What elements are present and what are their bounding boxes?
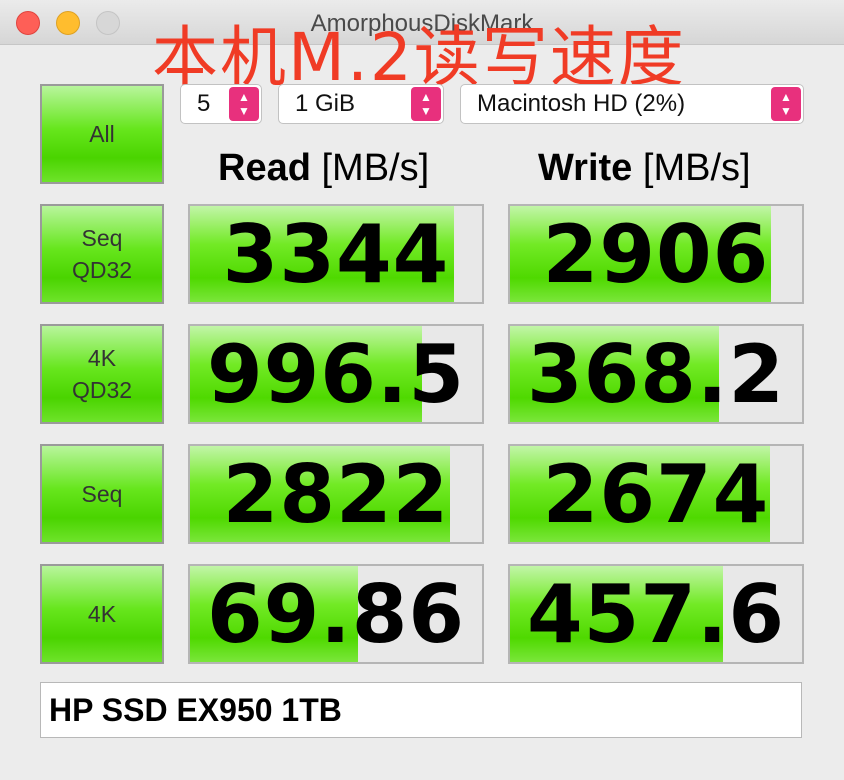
write-value: 457.6: [526, 567, 786, 661]
read-value: 2822: [222, 447, 450, 541]
test-button-seq[interactable]: Seq: [40, 444, 164, 544]
chevron-down-icon: ▼: [420, 104, 432, 118]
target-drive-stepper[interactable]: ▲ ▼: [771, 87, 801, 121]
target-drive-value: Macintosh HD (2%): [477, 90, 686, 117]
write-column-header: Write [MB/s]: [538, 140, 751, 196]
test-size-stepper[interactable]: ▲ ▼: [411, 87, 441, 121]
all-button[interactable]: All: [40, 84, 164, 184]
read-column-header: Read [MB/s]: [218, 140, 429, 196]
result-cell-write-4k: 457.6: [508, 564, 804, 664]
chevron-up-icon: ▲: [420, 90, 432, 104]
read-value: 69.86: [206, 567, 466, 661]
test-count-select[interactable]: 5 ▲ ▼: [180, 84, 262, 124]
chevron-up-icon: ▲: [238, 90, 250, 104]
result-cell-write-seq-qd32: 2906: [508, 204, 804, 304]
test-count-stepper[interactable]: ▲ ▼: [229, 87, 259, 121]
write-value: 2674: [542, 447, 770, 541]
write-value: 368.2: [526, 327, 786, 421]
test-button-seq-qd32[interactable]: Seq QD32: [40, 204, 164, 304]
test-count-value: 5: [197, 90, 211, 117]
test-size-select[interactable]: 1 GiB ▲ ▼: [278, 84, 444, 124]
read-header-unit: [MB/s]: [321, 147, 430, 189]
chevron-up-icon: ▲: [780, 90, 792, 104]
write-header-label: Write: [538, 147, 633, 189]
read-value: 996.5: [206, 327, 466, 421]
read-value: 3344: [222, 207, 450, 301]
write-value: 2906: [542, 207, 770, 301]
result-cell-read-4k: 69.86: [188, 564, 484, 664]
result-cell-write-4k-qd32: 368.2: [508, 324, 804, 424]
result-cell-read-seq-qd32: 3344: [188, 204, 484, 304]
chevron-down-icon: ▼: [238, 104, 250, 118]
test-size-value: 1 GiB: [295, 90, 356, 117]
comment-field[interactable]: HP SSD EX950 1TB: [40, 682, 802, 738]
read-header-label: Read: [218, 147, 311, 189]
chevron-down-icon: ▼: [780, 104, 792, 118]
result-cell-read-seq: 2822: [188, 444, 484, 544]
result-cell-read-4k-qd32: 996.5: [188, 324, 484, 424]
write-header-unit: [MB/s]: [642, 147, 751, 189]
target-drive-select[interactable]: Macintosh HD (2%) ▲ ▼: [460, 84, 804, 124]
test-button-4k[interactable]: 4K: [40, 564, 164, 664]
test-button-4k-qd32[interactable]: 4K QD32: [40, 324, 164, 424]
result-cell-write-seq: 2674: [508, 444, 804, 544]
